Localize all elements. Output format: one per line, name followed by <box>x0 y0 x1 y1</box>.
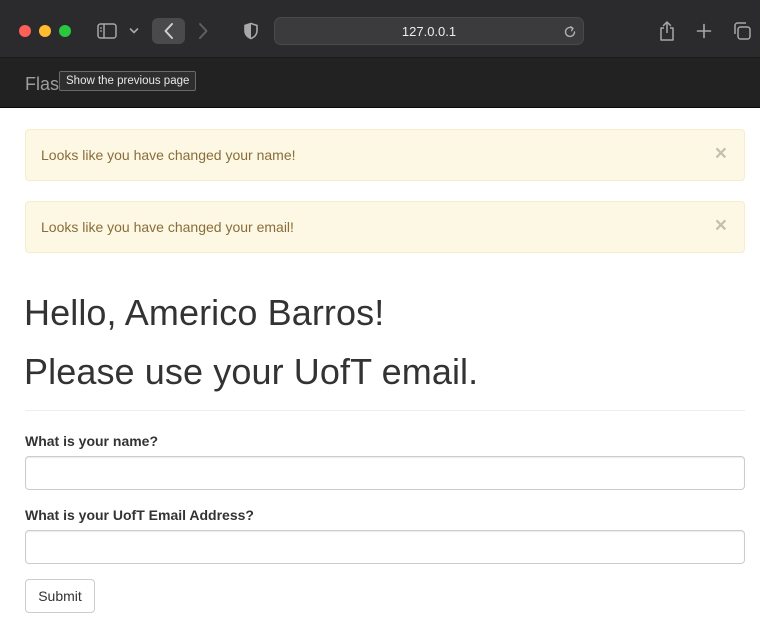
zoom-window-button[interactable] <box>59 25 71 37</box>
divider <box>25 410 745 411</box>
email-label: What is your UofT Email Address? <box>25 507 254 523</box>
back-button[interactable] <box>152 18 185 44</box>
tab-overview-icon[interactable] <box>729 18 755 44</box>
submit-button[interactable]: Submit <box>25 579 95 613</box>
share-icon[interactable] <box>654 18 680 44</box>
navbar-brand[interactable]: Flas <box>25 74 59 94</box>
notice-heading: Please use your UofT email. <box>24 351 479 392</box>
name-input[interactable] <box>25 456 745 490</box>
sidebar-icon[interactable] <box>94 18 120 44</box>
name-label: What is your name? <box>25 433 159 449</box>
close-window-button[interactable] <box>19 25 31 37</box>
chevron-left-icon <box>164 23 173 39</box>
email-input[interactable] <box>25 530 745 564</box>
email-changed-alert: Looks like you have changed your email! … <box>25 201 745 253</box>
new-tab-icon[interactable] <box>692 18 716 44</box>
address-bar[interactable]: 127.0.0.1 <box>274 17 584 45</box>
name-changed-alert: Looks like you have changed your name! × <box>25 129 745 181</box>
alert-message: Looks like you have changed your name! <box>41 147 296 163</box>
close-icon[interactable]: × <box>715 143 727 164</box>
shield-icon[interactable] <box>239 18 263 44</box>
forward-button[interactable] <box>190 18 216 44</box>
minimize-window-button[interactable] <box>39 25 51 37</box>
chevron-down-icon[interactable] <box>126 18 142 44</box>
back-button-tooltip: Show the previous page <box>59 71 197 91</box>
greeting-heading: Hello, Americo Barros! <box>24 292 385 333</box>
reload-icon[interactable] <box>562 24 578 40</box>
url-text: 127.0.0.1 <box>401 24 457 39</box>
alert-message: Looks like you have changed your email! <box>41 219 294 235</box>
chevron-right-icon <box>199 23 208 39</box>
browser-toolbar: 127.0.0.1 <box>0 0 760 58</box>
close-icon[interactable]: × <box>715 215 727 236</box>
